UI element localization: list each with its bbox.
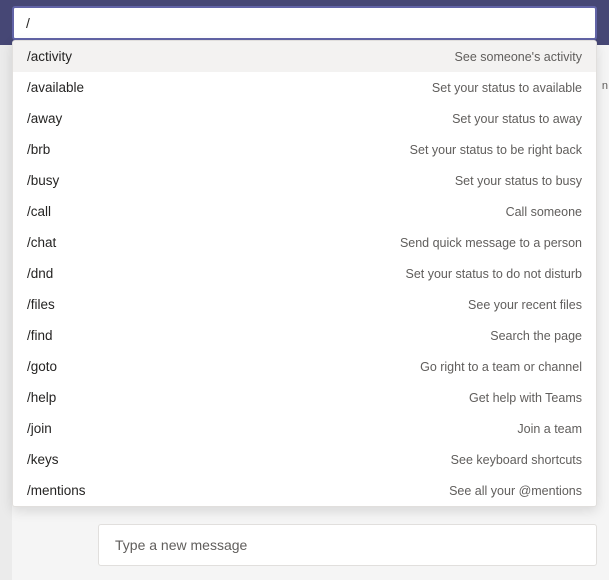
command-description: See all your @mentions	[449, 484, 582, 498]
command-name: /busy	[27, 173, 59, 188]
command-description: Call someone	[506, 205, 582, 219]
command-item[interactable]: /files See your recent files	[13, 289, 596, 320]
left-rail-fragment	[0, 45, 12, 580]
command-name: /mentions	[27, 483, 86, 498]
command-description: Set your status to available	[432, 81, 582, 95]
command-item[interactable]: /mentions See all your @mentions	[13, 475, 596, 506]
command-item[interactable]: /keys See keyboard shortcuts	[13, 444, 596, 475]
command-search-box[interactable]	[12, 6, 597, 40]
command-name: /call	[27, 204, 51, 219]
message-input[interactable]	[113, 536, 582, 554]
command-item[interactable]: /activity See someone's activity	[13, 41, 596, 72]
command-name: /away	[27, 111, 62, 126]
command-description: Go right to a team or channel	[420, 360, 582, 374]
command-item[interactable]: /away Set your status to away	[13, 103, 596, 134]
command-search-input[interactable]	[24, 14, 585, 32]
command-description: Send quick message to a person	[400, 236, 582, 250]
cropped-text-fragment: n	[602, 80, 608, 92]
command-name: /help	[27, 390, 56, 405]
command-description: See keyboard shortcuts	[451, 453, 582, 467]
command-item[interactable]: /join Join a team	[13, 413, 596, 444]
command-description: See your recent files	[468, 298, 582, 312]
command-name: /files	[27, 297, 55, 312]
command-name: /activity	[27, 49, 72, 64]
command-description: Set your status to away	[452, 112, 582, 126]
title-bar: /activitySee someone's activity/availabl…	[0, 0, 609, 45]
command-item[interactable]: /call Call someone	[13, 196, 596, 227]
command-name: /chat	[27, 235, 56, 250]
command-item[interactable]: /find Search the page	[13, 320, 596, 351]
command-description: Set your status to do not disturb	[406, 267, 583, 281]
command-description: Set your status to busy	[455, 174, 582, 188]
command-item[interactable]: /busy Set your status to busy	[13, 165, 596, 196]
command-item[interactable]: /goto Go right to a team or channel	[13, 351, 596, 382]
command-item[interactable]: /help Get help with Teams	[13, 382, 596, 413]
command-description: Join a team	[517, 422, 582, 436]
command-name: /keys	[27, 452, 59, 467]
command-name: /join	[27, 421, 52, 436]
command-item[interactable]: /dnd Set your status to do not disturb	[13, 258, 596, 289]
command-description: Get help with Teams	[469, 391, 582, 405]
command-description: Search the page	[490, 329, 582, 343]
command-item[interactable]: /available Set your status to available	[13, 72, 596, 103]
message-compose-box[interactable]	[98, 524, 597, 566]
command-name: /goto	[27, 359, 57, 374]
command-item[interactable]: /chat Send quick message to a person	[13, 227, 596, 258]
command-item[interactable]: /brb Set your status to be right back	[13, 134, 596, 165]
command-name: /brb	[27, 142, 50, 157]
command-name: /dnd	[27, 266, 53, 281]
command-name: /find	[27, 328, 53, 343]
command-description: See someone's activity	[455, 50, 582, 64]
command-suggestions-dropdown: /activity See someone's activity/availabl…	[12, 40, 597, 507]
command-description: Set your status to be right back	[410, 143, 582, 157]
command-name: /available	[27, 80, 84, 95]
